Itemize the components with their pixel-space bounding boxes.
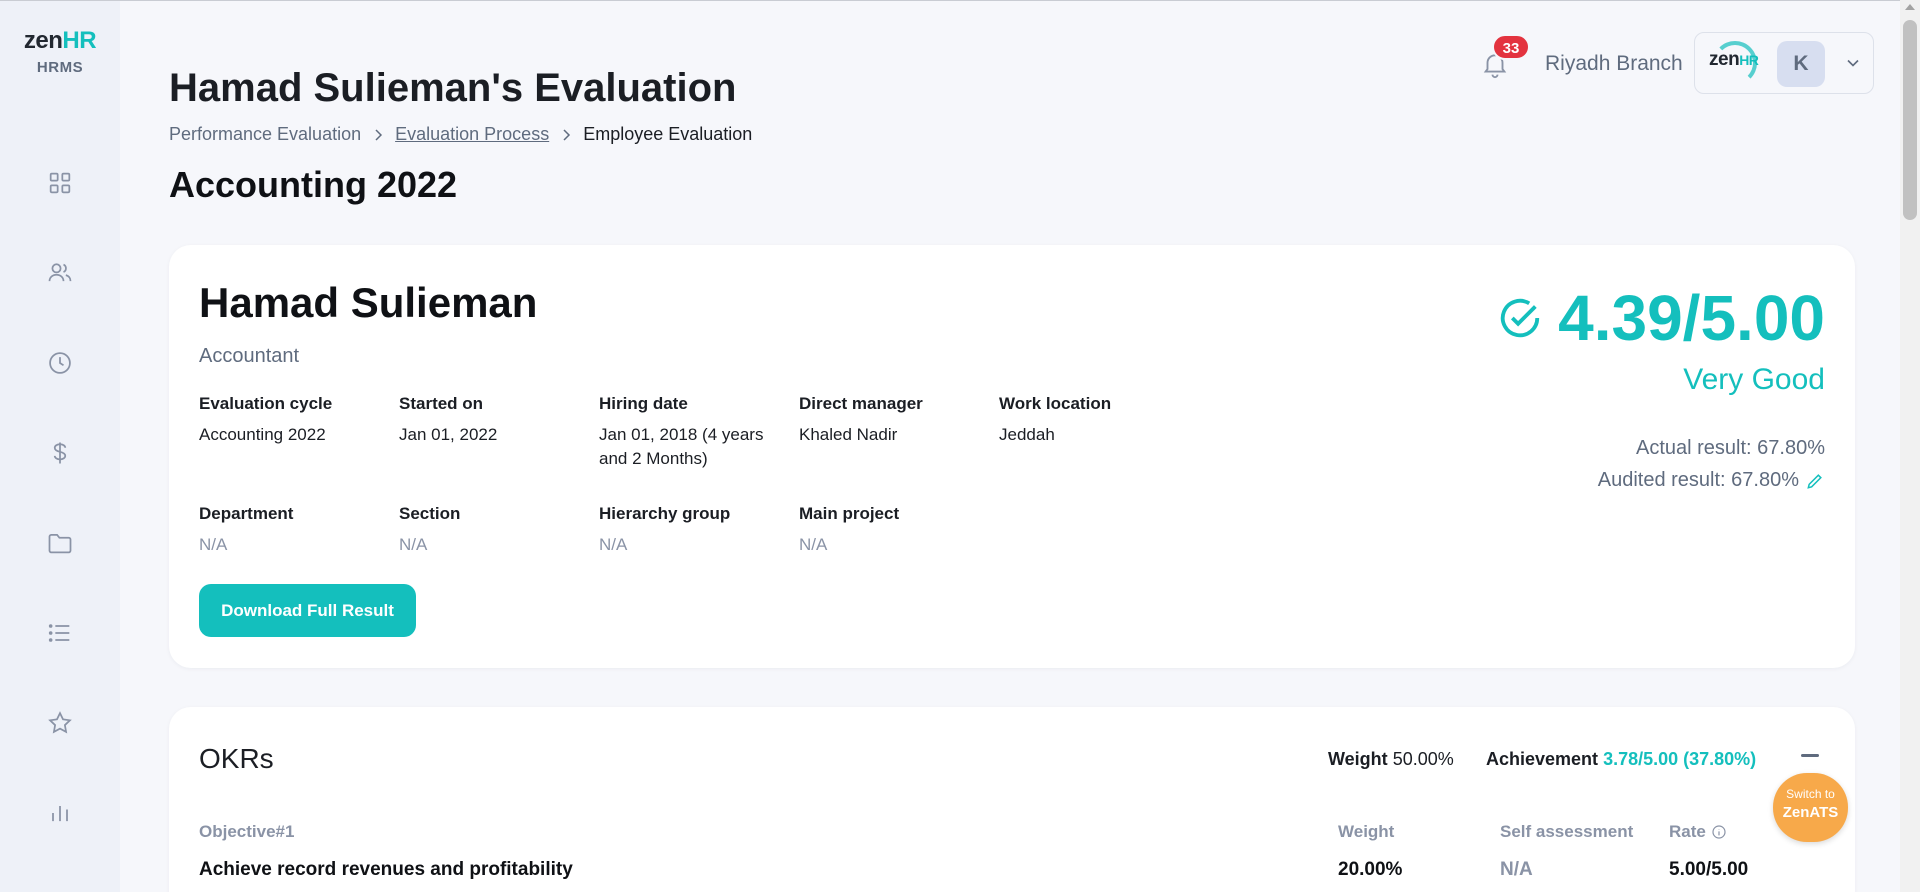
pencil-icon[interactable] <box>1805 471 1825 491</box>
started-on-field: Started on Jan 01, 2022 <box>399 393 589 447</box>
rate-header-label: Rate <box>1669 822 1706 841</box>
page-title: Hamad Sulieman's Evaluation <box>169 66 737 110</box>
chevron-right-icon <box>375 128 383 141</box>
objective-text[interactable]: Achieve record revenues and profitabilit… <box>199 859 573 881</box>
field-value: Jeddah <box>999 425 1055 444</box>
okrs-achievement: Achievement 3.78/5.00 (37.80%) <box>1486 749 1756 770</box>
main-project-field: Main project N/A <box>799 503 989 557</box>
check-circle-icon <box>1497 295 1543 341</box>
field-label: Section <box>399 504 461 523</box>
field-value: Khaled Nadir <box>799 425 898 444</box>
okrs-weight: Weight 50.00% <box>1328 749 1454 770</box>
breadcrumb-evaluation-process[interactable]: Evaluation Process <box>395 124 549 145</box>
scroll-up-arrow[interactable] <box>1905 4 1915 10</box>
scroll-thumb[interactable] <box>1903 20 1917 220</box>
field-label: Main project <box>799 504 900 523</box>
objective-weight: 20.00% <box>1338 859 1403 880</box>
breadcrumb: Performance Evaluation Evaluation Proces… <box>169 124 752 145</box>
field-value: N/A <box>599 535 628 554</box>
download-full-result-button[interactable]: Download Full Result <box>199 584 416 637</box>
logo-text: zenHR <box>0 27 120 55</box>
field-label: Department <box>199 504 294 523</box>
payroll-icon[interactable] <box>46 439 74 467</box>
attendance-icon[interactable] <box>46 349 74 377</box>
department-field: Department N/A <box>199 503 389 557</box>
logo-zen: zen <box>23 27 63 54</box>
switch-line2: ZenATS <box>1782 804 1839 821</box>
employee-name: Hamad Sulieman <box>199 279 538 326</box>
documents-icon[interactable] <box>46 529 74 557</box>
field-label: Started on <box>399 394 484 413</box>
field-value: Accounting 2022 <box>199 425 326 444</box>
avatar: K <box>1777 41 1825 87</box>
employee-role: Accountant <box>199 345 300 367</box>
company-logo: zenHR <box>1709 49 1759 71</box>
field-value: Jan 01, 2022 <box>399 425 498 444</box>
field-value: N/A <box>199 535 228 554</box>
chevron-right-icon <box>563 128 571 141</box>
okrs-achievement-value: 3.78/5.00 (37.80%) <box>1603 749 1757 769</box>
branch-label[interactable]: Riyadh Branch <box>1545 52 1683 76</box>
direct-manager-field: Direct manager Khaled Nadir <box>799 393 989 447</box>
employees-icon[interactable] <box>46 259 74 287</box>
field-value: N/A <box>799 535 828 554</box>
breadcrumb-employee-evaluation: Employee Evaluation <box>583 124 753 144</box>
field-label: Direct manager <box>799 394 923 413</box>
company-logo-zen: zen <box>1709 49 1740 70</box>
page-scrollbar[interactable] <box>1900 0 1920 892</box>
employee-summary-card: Hamad Sulieman Accountant Evaluation cyc… <box>169 245 1855 668</box>
actual-result: Actual result: 67.80% <box>1636 437 1825 459</box>
evaluation-cycle-field: Evaluation cycle Accounting 2022 <box>199 393 389 447</box>
switch-to-zenats-button[interactable]: Switch to ZenATS <box>1773 773 1848 842</box>
score-grade: Very Good <box>1683 363 1825 396</box>
okrs-card: OKRs Weight 50.00% Achievement 3.78/5.00… <box>169 707 1855 892</box>
okrs-title: OKRs <box>199 743 274 774</box>
audited-result-row: Audited result: 67.80% <box>1598 469 1825 492</box>
section-field: Section N/A <box>399 503 589 557</box>
rate-header: Rate <box>1669 822 1727 842</box>
top-border <box>120 0 1920 1</box>
logo-subtitle: HRMS <box>36 59 84 76</box>
audited-result: Audited result: 67.80% <box>1597 469 1799 491</box>
self-assessment-header: Self assessment <box>1500 822 1634 841</box>
switch-line1: Switch to <box>1786 787 1835 801</box>
sidebar: zenHR HRMS <box>0 0 120 892</box>
okrs-weight-label: Weight <box>1328 749 1388 769</box>
objective-rate: 5.00/5.00 <box>1669 859 1749 880</box>
overall-score: 4.39/5.00 <box>1558 282 1825 354</box>
cycle-title: Accounting 2022 <box>169 164 458 205</box>
info-icon[interactable] <box>1711 824 1727 840</box>
collapse-icon[interactable] <box>1801 754 1819 757</box>
okrs-weight-value: 50.00% <box>1392 749 1454 769</box>
hiring-date-field: Hiring date Jan 01, 2018 (4 years and 2 … <box>599 393 789 471</box>
okrs-achievement-label: Achievement <box>1486 749 1599 769</box>
objective-header: Objective#1 <box>199 822 295 841</box>
list-icon[interactable] <box>46 619 74 647</box>
notification-badge[interactable]: 33 <box>1492 34 1530 60</box>
performance-icon[interactable] <box>46 709 74 737</box>
chevron-down-icon[interactable] <box>1843 53 1863 73</box>
field-label: Hiring date <box>599 394 688 413</box>
breadcrumb-performance-evaluation[interactable]: Performance Evaluation <box>169 124 361 145</box>
objective-self-assessment: N/A <box>1500 859 1533 880</box>
company-logo-hr: HR <box>1739 52 1759 68</box>
field-label: Evaluation cycle <box>199 394 333 413</box>
field-value: N/A <box>399 535 428 554</box>
field-value: Jan 01, 2018 (4 years and 2 Months) <box>599 425 764 468</box>
hierarchy-group-field: Hierarchy group N/A <box>599 503 789 557</box>
weight-header: Weight <box>1338 822 1395 841</box>
work-location-field: Work location Jeddah <box>999 393 1189 447</box>
zenhr-logo[interactable]: zenHR HRMS <box>0 27 120 76</box>
logo-hr: HR <box>62 27 97 54</box>
field-label: Hierarchy group <box>599 504 731 523</box>
dashboard-icon[interactable] <box>46 169 74 197</box>
user-menu[interactable]: zenHR K <box>1694 32 1874 94</box>
reports-icon[interactable] <box>46 799 74 827</box>
field-label: Work location <box>999 394 1112 413</box>
